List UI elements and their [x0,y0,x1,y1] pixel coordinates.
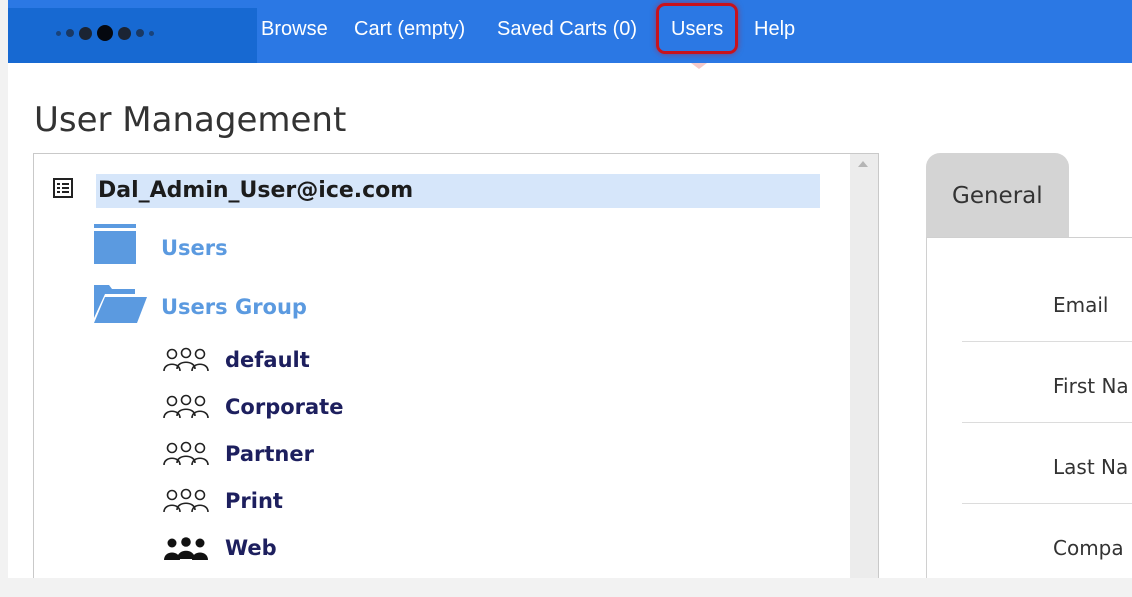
group-filled-icon [164,537,208,560]
tree-group-corporate[interactable]: Corporate [225,395,343,419]
user-tree-panel [33,153,879,583]
frame-left-edge [0,0,8,597]
tab-general[interactable]: General [926,153,1069,237]
tree-group-print[interactable]: Print [225,489,283,513]
frame-bottom-edge [0,578,1132,597]
tree-folder-users[interactable]: Users [161,236,228,260]
folder-open-icon [94,285,147,323]
group-outline-icon [163,488,209,513]
folder-closed-icon [94,224,136,264]
logo-dots-icon [56,25,154,41]
active-caret-icon [691,63,707,69]
field-divider [962,503,1132,504]
tree-group-default[interactable]: default [225,348,310,372]
details-form-panel [926,237,1132,583]
tree-folder-users-group[interactable]: Users Group [161,295,307,319]
tab-general-label: General [952,183,1043,209]
tree-root-label[interactable]: Dal_Admin_User@ice.com [98,178,413,203]
field-label-first-name: First Na [1053,374,1129,398]
group-outline-icon [163,394,209,419]
tree-group-web[interactable]: Web [225,536,277,560]
field-label-email: Email [1053,293,1109,317]
field-label-last-name: Last Na [1053,455,1129,479]
nav-cart[interactable]: Cart (empty) [354,18,465,41]
nav-browse[interactable]: Browse [261,18,328,41]
field-label-company: Compa [1053,536,1124,560]
tree-group-partner[interactable]: Partner [225,442,314,466]
group-outline-icon [163,347,209,372]
list-icon [53,178,73,198]
nav-help[interactable]: Help [754,18,795,41]
field-divider [962,422,1132,423]
tree-scrollbar[interactable] [850,154,878,584]
page-title: User Management [34,100,347,140]
scroll-up-arrow-icon[interactable] [858,161,868,167]
nav-users-highlight [656,3,738,54]
field-divider [962,341,1132,342]
nav-saved-carts[interactable]: Saved Carts (0) [497,18,637,41]
group-outline-icon [163,441,209,466]
